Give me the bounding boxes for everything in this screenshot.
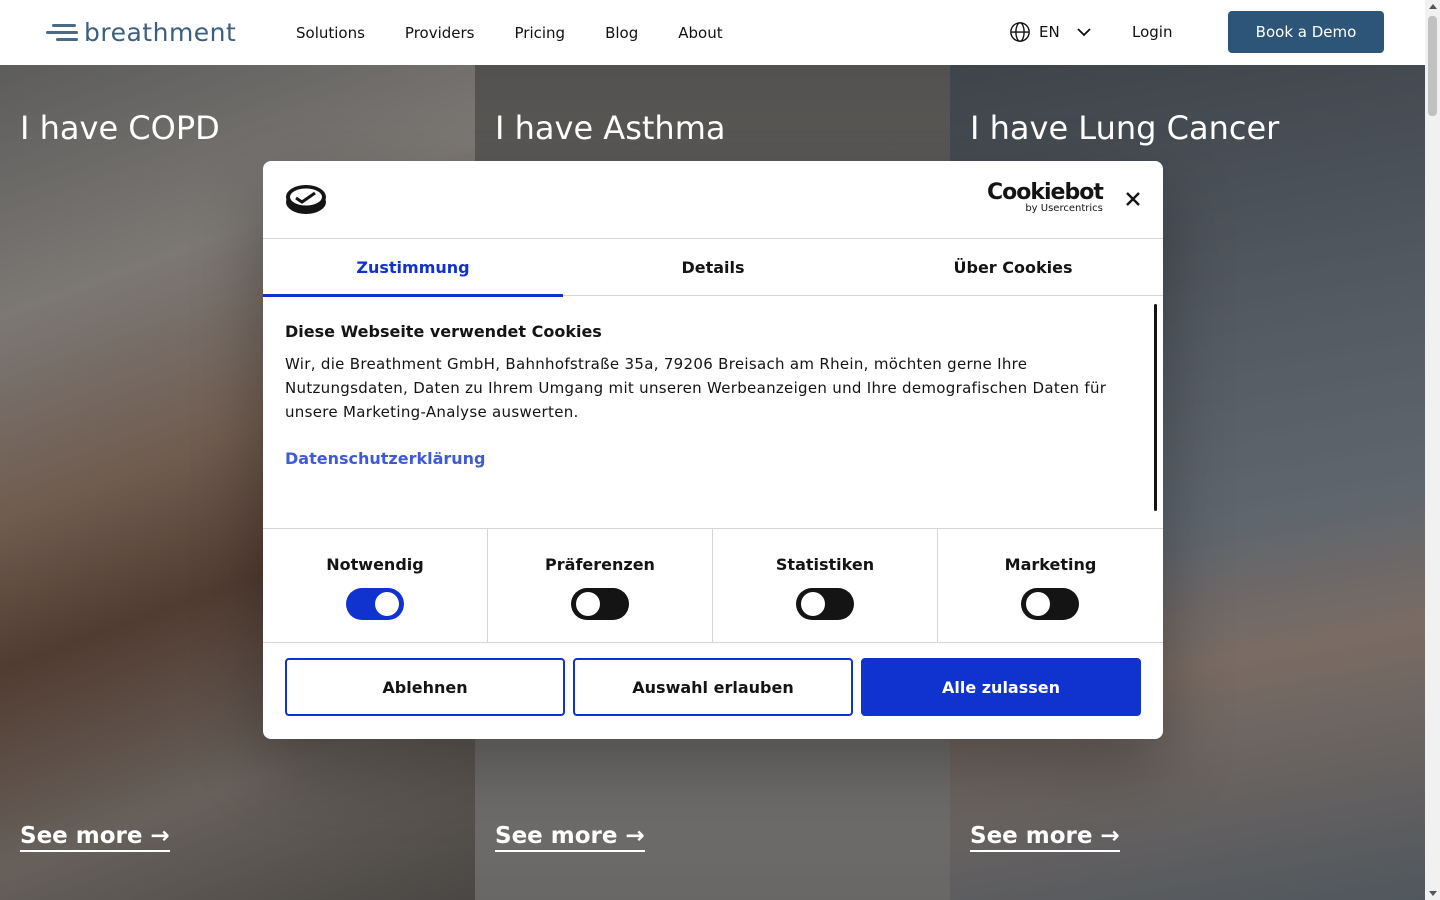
consent-body: Diese Webseite verwendet Cookies Wir, di… [263,296,1163,528]
category-label: Notwendig [326,555,424,574]
toggle-marketing[interactable] [1021,588,1079,620]
dialog-tabs: Zustimmung Details Über Cookies [263,239,1163,297]
category-label: Statistiken [775,555,875,574]
toggle-notwendig[interactable] [346,588,404,620]
category-statistiken: Statistiken [713,529,938,642]
book-demo-button[interactable]: Book a Demo [1228,11,1384,53]
logo-mark-icon [46,20,80,44]
login-link[interactable]: Login [1132,23,1172,41]
nav-solutions[interactable]: Solutions [296,24,365,42]
panel-title: I have Lung Cancer [970,109,1280,147]
scroll-up-icon[interactable] [1429,4,1437,9]
cookie-consent-dialog: Cookiebot by Usercentrics Zustimmung Det… [263,161,1163,739]
consent-text: Wir, die Breathment GmbH, Bahnhofstraße … [285,355,1107,421]
globe-icon [1010,22,1030,42]
see-more-link[interactable]: See more → [20,823,170,852]
panel-title: I have COPD [20,109,220,147]
consent-categories: Notwendig Präferenzen Statistiken Market… [263,528,1163,643]
close-icon[interactable] [1124,190,1142,208]
nav-pricing[interactable]: Pricing [515,24,566,42]
panel-title: I have Asthma [495,109,726,147]
scroll-down-icon[interactable] [1429,891,1437,896]
toggle-knob [1026,592,1050,616]
scrollbar-thumb[interactable] [1428,16,1437,116]
chevron-down-icon [1077,28,1091,37]
toggle-knob [375,592,399,616]
see-more-link[interactable]: See more → [495,823,645,852]
breathment-logo[interactable]: breathment [46,17,237,47]
see-more-link[interactable]: See more → [970,823,1120,852]
nav-about[interactable]: About [678,24,722,42]
tab-details[interactable]: Details [563,239,863,296]
deny-button[interactable]: Ablehnen [285,658,565,716]
category-marketing: Marketing [938,529,1163,642]
dialog-header: Cookiebot by Usercentrics [263,161,1163,239]
nav-providers[interactable]: Providers [405,24,475,42]
consent-scrollbar[interactable] [1154,304,1157,511]
toggle-statistiken[interactable] [796,588,854,620]
tab-zustimmung[interactable]: Zustimmung [263,239,563,297]
cookiebot-logo-icon [286,185,326,214]
language-selector[interactable]: EN [1009,21,1092,43]
category-label: Präferenzen [545,555,655,574]
tab-ueber-cookies[interactable]: Über Cookies [863,239,1163,296]
privacy-policy-link[interactable]: Datenschutzerklärung [285,449,486,468]
category-label: Marketing [1004,555,1097,574]
allow-selection-button[interactable]: Auswahl erlauben [573,658,853,716]
page-scrollbar[interactable] [1425,0,1440,900]
toggle-knob [576,592,600,616]
consent-buttons: Ablehnen Auswahl erlauben Alle zulassen [285,658,1141,716]
toggle-praeferenzen[interactable] [571,588,629,620]
cookiebot-wordmark: Cookiebot [987,180,1104,205]
toggle-knob [801,592,825,616]
main-nav: Solutions Providers Pricing Blog About [296,0,723,65]
cookiebot-brand: Cookiebot by Usercentrics [987,180,1104,215]
site-header: breathment Solutions Providers Pricing B… [0,0,1425,65]
category-notwendig: Notwendig [263,529,488,642]
logo-text: breathment [84,17,237,47]
language-code: EN [1039,23,1060,41]
nav-blog[interactable]: Blog [605,24,638,42]
consent-heading: Diese Webseite verwendet Cookies [285,322,602,341]
category-praeferenzen: Präferenzen [488,529,713,642]
allow-all-button[interactable]: Alle zulassen [861,658,1141,716]
